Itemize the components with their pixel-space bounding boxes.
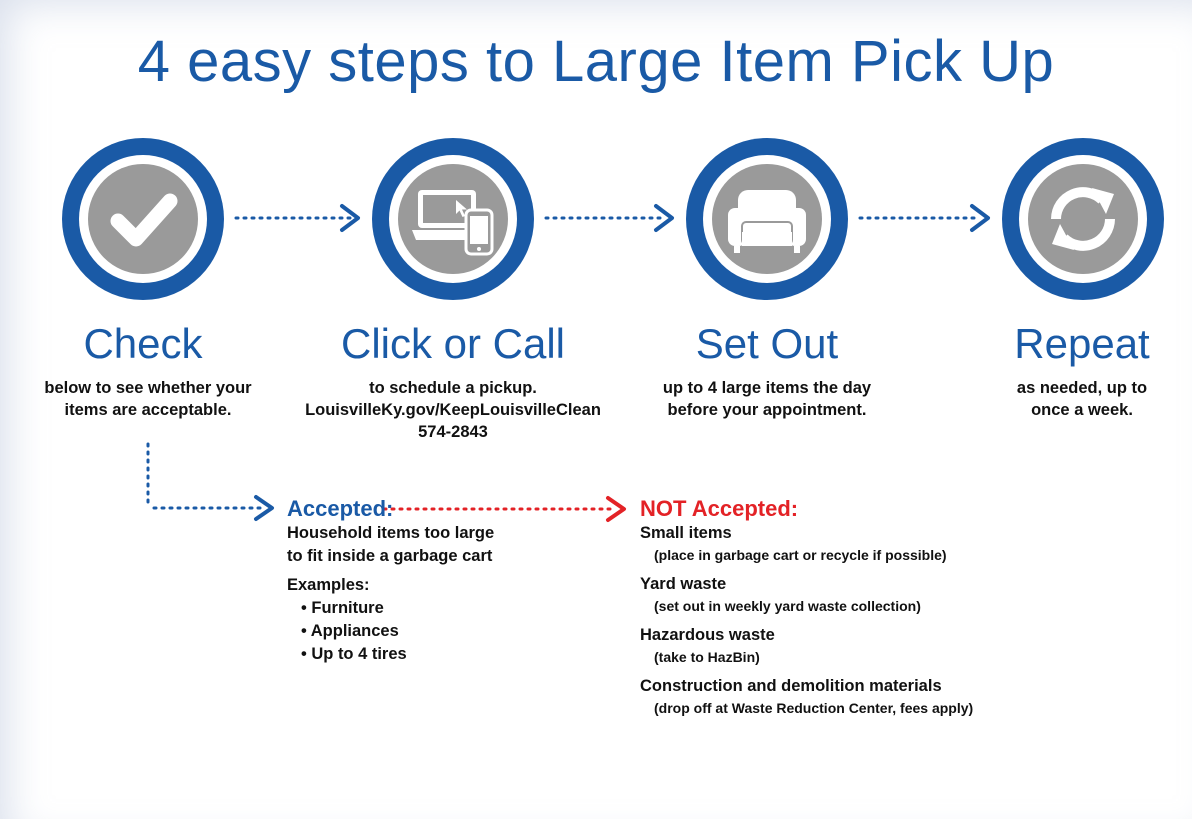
connector-arrow-2	[544, 204, 674, 232]
step-desc-check: below to see whether your items are acce…	[18, 377, 278, 421]
step-desc-click-call: to schedule a pickup. LouisvilleKy.gov/K…	[283, 377, 623, 443]
desc-line: as needed, up to	[1016, 379, 1148, 397]
not-accepted-section: NOT Accepted: Small items (place in garb…	[640, 496, 973, 718]
step-desc-set-out: up to 4 large items the day before your …	[637, 377, 897, 421]
example-item: • Appliances	[301, 622, 399, 640]
connector-arrow-3	[858, 204, 990, 232]
not-accepted-note: (drop off at Waste Reduction Center, fee…	[654, 700, 974, 716]
not-accepted-note: (set out in weekly yard waste collection…	[654, 598, 921, 614]
step-desc-repeat: as needed, up to once a week.	[992, 377, 1172, 421]
step-title-click-call: Click or Call	[340, 320, 566, 367]
not-accepted-item: Construction and demolition materials	[640, 677, 942, 695]
step-click-call-circle	[372, 138, 534, 300]
step-set-out-circle	[686, 138, 848, 300]
example-item: • Up to 4 tires	[301, 645, 407, 663]
checkmark-icon	[110, 193, 178, 247]
page-title: 4 easy steps to Large Item Pick Up	[137, 29, 1055, 94]
accepted-desc-line: to fit inside a garbage cart	[287, 547, 493, 565]
desc-line: to schedule a pickup.	[369, 379, 537, 397]
check-to-accepted-arrow	[146, 442, 274, 521]
step-title-set-out: Set Out	[695, 320, 839, 367]
infographic: 4 easy steps to Large Item Pick Up Check…	[0, 0, 1192, 819]
example-item: • Furniture	[301, 599, 384, 617]
not-accepted-item: Hazardous waste	[640, 626, 775, 644]
examples-label: Examples:	[287, 576, 370, 594]
not-accepted-heading: NOT Accepted:	[640, 496, 799, 521]
website-link[interactable]: LouisvilleKy.gov/KeepLouisvilleClean	[283, 399, 623, 421]
accepted-section: Accepted: Household items too large to f…	[287, 496, 494, 666]
laptop-phone-icon	[412, 190, 494, 256]
desc-line: before your appointment.	[667, 401, 867, 419]
not-accepted-item: Yard waste	[640, 575, 727, 593]
phone-number[interactable]: 574-2843	[283, 421, 623, 443]
step-title-check: Check	[83, 320, 203, 367]
accepted-heading: Accepted:	[287, 496, 394, 521]
accepted-desc-line: Household items too large	[287, 524, 495, 542]
not-accepted-note: (take to HazBin)	[654, 649, 760, 665]
armchair-icon	[728, 190, 806, 253]
not-accepted-note: (place in garbage cart or recycle if pos…	[654, 547, 947, 563]
connector-arrow-1	[234, 204, 360, 232]
step-title-repeat: Repeat	[1014, 320, 1150, 367]
desc-line: once a week.	[1031, 401, 1133, 419]
step-check-circle	[62, 138, 224, 300]
desc-line: items are acceptable.	[64, 401, 232, 419]
not-accepted-item: Small items	[640, 524, 732, 542]
refresh-icon	[1051, 187, 1115, 251]
step-repeat-circle	[1002, 138, 1164, 300]
desc-line: up to 4 large items the day	[662, 379, 872, 397]
desc-line: below to see whether your	[44, 379, 252, 397]
